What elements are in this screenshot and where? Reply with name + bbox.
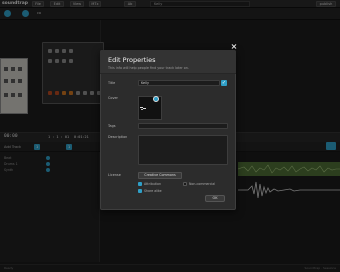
title-confirm-icon[interactable]: ✓ <box>221 80 227 86</box>
tags-label: Tags <box>108 124 116 128</box>
tags-input[interactable] <box>138 123 228 129</box>
license-label: License <box>108 173 121 177</box>
attribution-label: Attribution <box>144 182 161 186</box>
description-label: Description <box>108 135 128 139</box>
dialog-title: Edit Properties <box>108 56 156 64</box>
dialog-subtitle: This info will help people find your tra… <box>108 66 189 70</box>
title-input[interactable]: Kelly <box>138 80 220 86</box>
cover-edit-icon[interactable] <box>153 96 159 102</box>
ok-button[interactable]: OK <box>205 195 225 202</box>
sharealike-checkbox[interactable] <box>138 189 142 193</box>
sharealike-label: Share alike <box>144 189 162 193</box>
description-textarea[interactable] <box>138 135 228 165</box>
edit-properties-dialog <box>100 50 236 210</box>
cover-label: Cover <box>108 96 118 100</box>
title-label: Title <box>108 81 116 85</box>
noncommercial-label: Non-commercial <box>189 182 216 186</box>
attribution-checkbox[interactable] <box>138 182 142 186</box>
license-button[interactable]: Creative Commons <box>138 172 182 179</box>
noncommercial-checkbox[interactable] <box>183 182 187 186</box>
